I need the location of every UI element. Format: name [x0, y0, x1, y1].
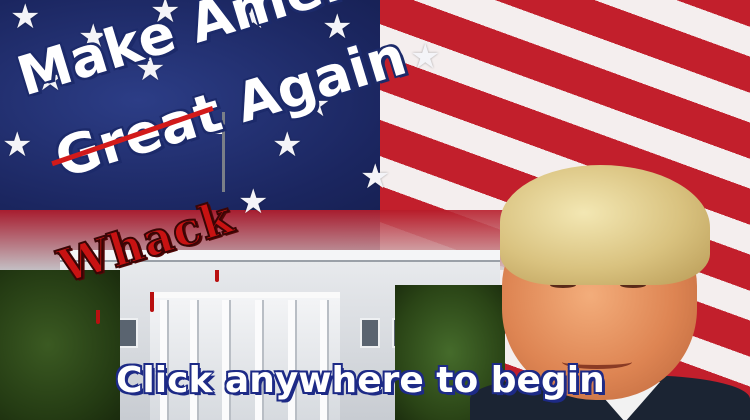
star-icon: ★ [238, 182, 269, 222]
trees-left [0, 270, 120, 420]
window [118, 318, 138, 348]
star-icon: ★ [410, 37, 441, 77]
star-icon: ★ [360, 157, 391, 197]
paint-drip [150, 292, 154, 312]
star-icon: ★ [10, 0, 41, 37]
paint-drip [96, 310, 100, 324]
hair [500, 165, 710, 285]
click-to-begin-prompt[interactable]: Click anywhere to begin [115, 359, 606, 402]
start-screen[interactable]: ★ ★ ★ ★ ★ ★ ★ ★ ★ ★ ★ ★ ★ Make America G… [0, 0, 750, 420]
window [360, 318, 380, 348]
star-icon: ★ [2, 125, 33, 165]
paint-drip [215, 270, 219, 282]
star-icon: ★ [272, 125, 303, 165]
